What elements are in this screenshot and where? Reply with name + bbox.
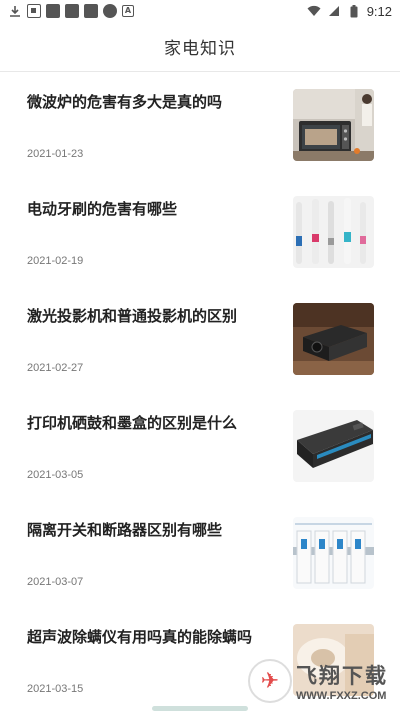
top-nav-bar: 家电知识 [0,22,400,72]
app-icon [84,4,98,18]
article-title: 激光投影机和普通投影机的区别 [27,307,238,325]
article-title: 超声波除螨仪有用吗真的能除螨吗 [27,628,253,646]
watermark-brand: 飞翔下载 [296,664,388,688]
microwave-image [293,89,374,161]
article-date: 2021-02-27 [27,362,84,374]
status-time: 9:12 [366,3,392,19]
article-item[interactable]: 激光投影机和普通投影机的区别 2021-02-27 [0,286,400,393]
article-date: 2021-03-15 [27,683,84,695]
projector-image [293,303,374,375]
article-item[interactable]: 微波炉的危害有多大是真的吗 2021-01-23 [0,72,400,179]
article-title: 打印机硒鼓和墨盒的区别是什么 [27,414,238,432]
article-item[interactable]: 电动牙刷的危害有哪些 2021-02-19 [0,179,400,286]
app-icon [46,4,60,18]
app-icon [65,4,79,18]
app-icon [103,4,117,18]
download-icon [8,4,22,18]
status-bar: A 9:12 [0,0,400,22]
article-date: 2021-02-19 [27,255,84,267]
article-title: 隔离开关和断路器区别有哪些 [27,521,223,539]
article-date: 2021-03-05 [27,469,84,481]
article-date: 2021-03-07 [27,576,84,588]
font-a-icon: A [122,5,134,17]
article-title: 微波炉的危害有多大是真的吗 [27,93,223,111]
article-item[interactable]: 打印机硒鼓和墨盒的区别是什么 2021-03-05 [0,393,400,500]
article-list: 微波炉的危害有多大是真的吗 2021-01-23 电动牙刷的危害有哪些 2021 [0,72,400,714]
status-left-icons: A [8,4,134,18]
article-date: 2021-01-23 [27,148,84,160]
article-title: 电动牙刷的危害有哪些 [27,200,178,218]
breaker-image [293,517,374,589]
page-title: 家电知识 [164,39,236,59]
watermark: ✈ 飞翔下载 WWW.FXXZ.COM [248,655,398,707]
status-right-icons: 9:12 [307,4,392,19]
toner-cartridge-image [293,410,374,482]
article-item[interactable]: 隔离开关和断路器区别有哪些 2021-03-07 [0,500,400,607]
watermark-logo-icon: ✈ [248,659,292,703]
battery-icon [347,4,361,18]
wifi-icon [307,4,321,18]
qr-icon [27,4,41,18]
signal-icon [327,4,341,18]
toothbrush-image [293,196,374,268]
bottom-scroll-handle [152,706,248,711]
watermark-url: WWW.FXXZ.COM [296,690,387,702]
